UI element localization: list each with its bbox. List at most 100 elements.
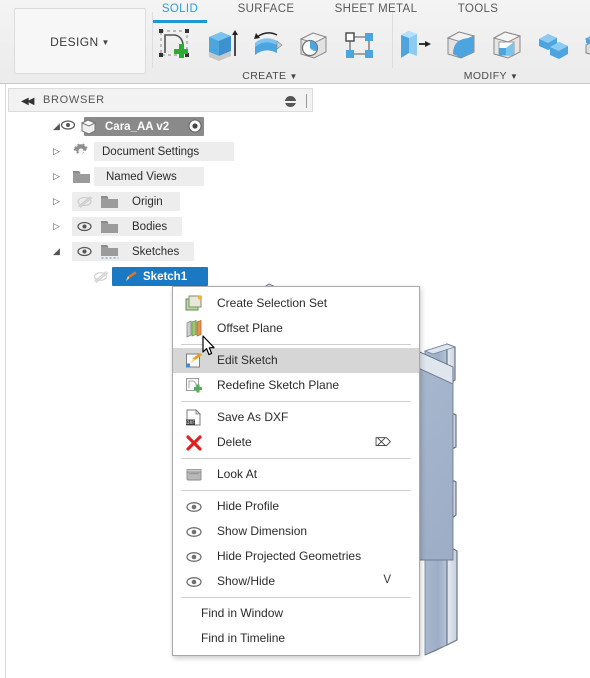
menu-separator [181,490,411,491]
visibility-eye-icon[interactable] [76,219,93,237]
menu-item-show-hide-shortcut: V [383,574,391,586]
browser-title: BROWSER [43,94,105,106]
tree-node-sketches-label: Sketches [132,245,180,258]
menu-separator [181,458,411,459]
menu-item-find-in-window-label: Find in Window [201,606,284,620]
tree-node-bodies-label: Bodies [132,220,168,233]
menu-separator [181,597,411,598]
menu-item-find-in-timeline[interactable]: Find in Timeline [173,626,419,651]
chevron-down-icon: ▼ [509,71,519,81]
menu-item-look-at[interactable]: Look At [173,462,419,487]
tree-node-root[interactable]: ◢ Cara_AA v2 [8,114,313,139]
tab-surface-label: SURFACE [237,3,295,15]
workspace-selector[interactable]: DESIGN ▼ [14,8,146,74]
collapse-left-icon[interactable]: ◀◀ [21,96,34,107]
press-pull-icon[interactable] [392,22,438,66]
menu-item-show-dimension-label: Show Dimension [217,524,308,538]
tab-tools-label: TOOLS [457,3,499,15]
eye-icon [185,548,203,566]
tab-solid[interactable]: SOLID [145,2,215,23]
menu-item-find-in-window[interactable]: Find in Window [173,601,419,626]
menu-item-delete-label: Delete [217,435,252,449]
tab-sheet-metal-label: SHEET METAL [334,3,418,15]
workspace-selector-label: DESIGN ▼ [50,35,110,49]
browser-tree: ◢ Cara_AA v2 ▷ Document Settings ▷ Named… [8,114,313,289]
offset-plane-icon [185,319,203,338]
tab-tools[interactable]: TOOLS [442,2,514,22]
extrude-icon[interactable] [198,22,244,66]
menu-item-hide-profile[interactable]: Hide Profile [173,494,419,519]
tree-node-origin-label: Origin [132,195,163,208]
menu-item-offset-plane-label: Offset Plane [217,321,283,335]
folder-icon [100,219,119,237]
expander-expanded-icon[interactable]: ◢ [53,246,60,257]
menu-item-redefine-sketch-plane[interactable]: Redefine Sketch Plane [173,373,419,398]
delete-x-icon [185,434,203,452]
fillet-icon[interactable] [438,22,484,66]
menu-separator [181,344,411,345]
menu-separator [181,401,411,402]
browser-panel-header: ◀◀ BROWSER [8,88,313,112]
offset-face-icon[interactable] [576,22,590,66]
edit-sketch-icon [185,352,203,370]
menu-item-show-hide[interactable]: Show/Hide V [173,569,419,594]
expander-collapsed-icon[interactable]: ▷ [53,221,60,232]
tab-sheet-metal[interactable]: SHEET METAL [322,2,430,22]
tree-node-named-views-label: Named Views [106,170,177,183]
tree-node-origin[interactable]: ▷ Origin [8,189,313,214]
tree-node-document-settings[interactable]: ▷ Document Settings [8,139,313,164]
eye-icon [185,573,203,591]
look-at-icon [185,466,203,484]
chevron-down-icon: ▼ [289,71,298,81]
visibility-eye-hidden-icon[interactable] [76,194,93,212]
expander-collapsed-icon[interactable]: ▷ [53,196,60,207]
sweep-icon[interactable] [290,22,336,66]
pattern-icon[interactable] [336,22,382,66]
menu-item-edit-sketch[interactable]: Edit Sketch [173,348,419,373]
visibility-eye-icon[interactable] [60,117,76,136]
ribbon-group-create-label[interactable]: CREATE ▼ [152,70,388,82]
shell-icon[interactable] [484,22,530,66]
selection-set-icon [185,295,203,313]
menu-item-create-selection-set-label: Create Selection Set [217,296,328,310]
eye-icon [185,498,203,516]
menu-item-hide-projected-geometries[interactable]: Hide Projected Geometries [173,544,419,569]
browser-resize-handle[interactable] [306,94,307,108]
folder-icon [72,169,91,187]
tree-node-sketches[interactable]: ◢ Sketches [8,239,313,264]
fusion360-window: SOLID SURFACE SHEET METAL TOOLS DESIGN▼ [0,0,590,678]
viewport-left-gutter [0,84,6,678]
expander-expanded-icon[interactable]: ◢ [53,121,60,132]
menu-item-show-dimension[interactable]: Show Dimension [173,519,419,544]
tab-surface[interactable]: SURFACE [222,2,310,22]
tree-node-document-settings-label: Document Settings [102,145,200,158]
ribbon-group-modify-label[interactable]: MODIFY ▼ [392,70,590,82]
tree-node-named-views[interactable]: ▷ Named Views [8,164,313,189]
menu-item-save-as-dxf-label: Save As DXF [217,410,289,424]
menu-item-delete[interactable]: Delete ⌦ [173,430,419,455]
ribbon-group-modify: MODIFY ▼ [392,22,590,82]
expander-collapsed-icon[interactable]: ▷ [53,171,60,182]
expander-collapsed-icon[interactable]: ▷ [53,146,60,157]
sketch-icon [124,270,138,286]
menu-item-create-selection-set[interactable]: Create Selection Set [173,291,419,316]
tree-node-sketch1-label: Sketch1 [143,270,188,283]
chevron-down-icon: ▼ [101,38,110,48]
tab-solid-label: SOLID [161,3,199,15]
tree-node-bodies[interactable]: ▷ Bodies [8,214,313,239]
context-menu[interactable]: Create Selection Set Offset Plane Edit S… [172,286,420,656]
menu-item-find-in-timeline-label: Find in Timeline [201,631,286,645]
menu-item-redefine-sketch-plane-label: Redefine Sketch Plane [217,378,340,392]
combine-icon[interactable] [530,22,576,66]
visibility-eye-hidden-icon[interactable] [92,269,109,287]
menu-item-look-at-label: Look At [217,467,258,481]
menu-item-show-hide-label: Show/Hide [217,574,276,588]
panel-menu-icon[interactable] [285,96,296,107]
menu-item-offset-plane[interactable]: Offset Plane [173,316,419,341]
visibility-eye-icon[interactable] [76,244,93,262]
create-sketch-icon[interactable] [152,22,198,66]
menu-item-save-as-dxf[interactable]: DXF Save As DXF [173,405,419,430]
activate-component-radio[interactable] [188,119,202,136]
menu-item-hide-profile-label: Hide Profile [217,499,280,513]
revolve-icon[interactable] [244,22,290,66]
